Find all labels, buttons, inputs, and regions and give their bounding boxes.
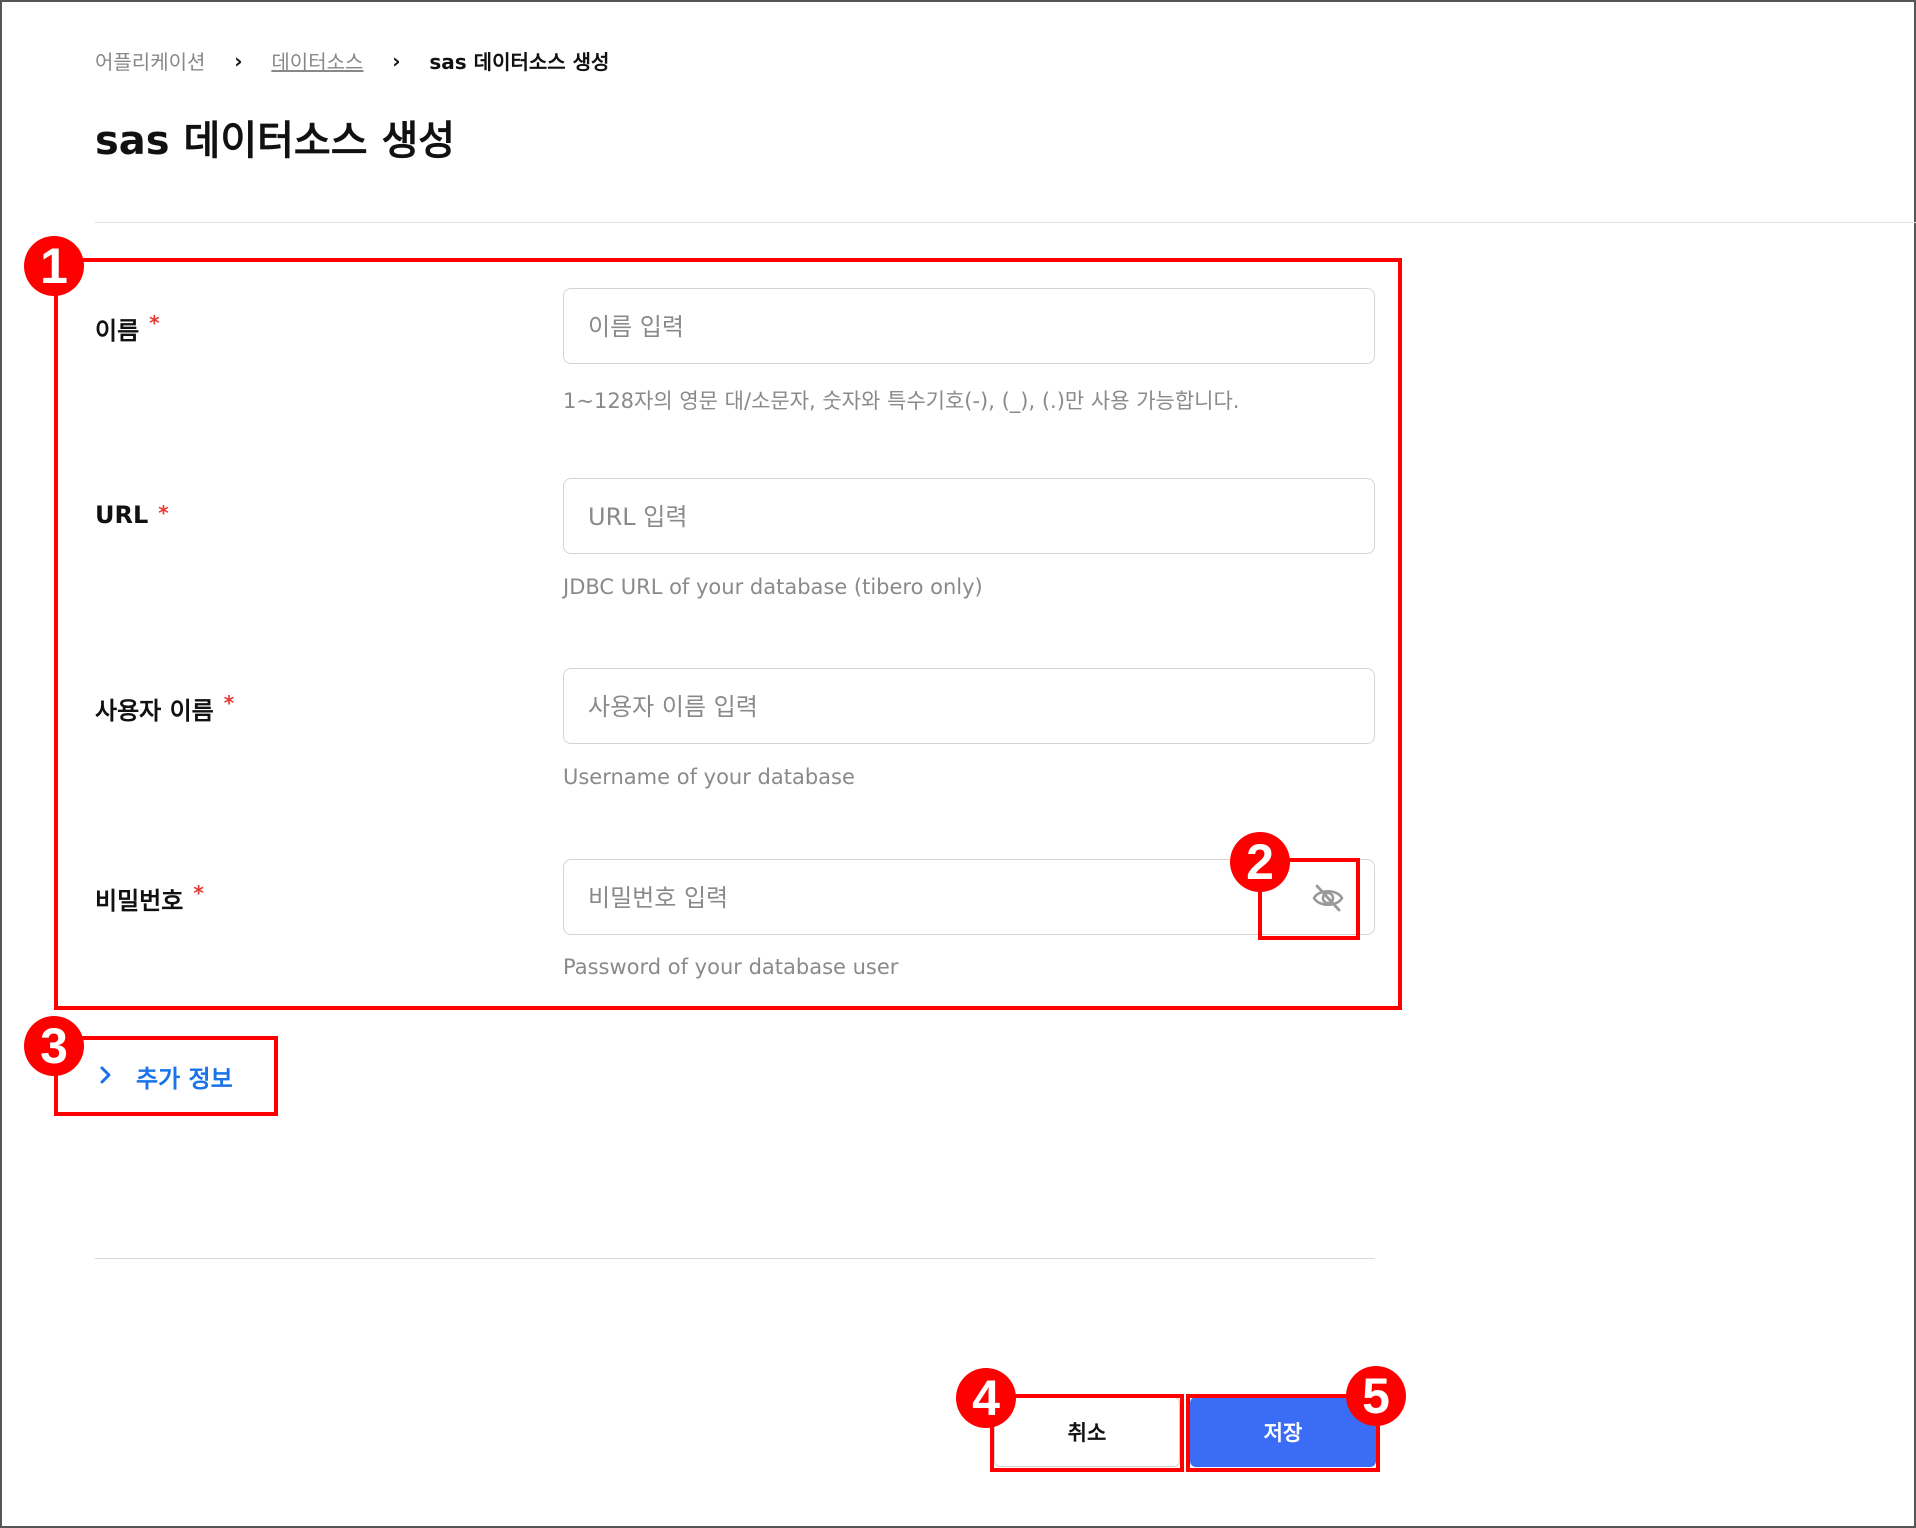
annotation-marker: 4 xyxy=(956,1368,1016,1428)
annotation-box-cancel xyxy=(990,1394,1184,1472)
breadcrumb: 어플리케이션 › 데이터소스 › sas 데이터소스 생성 xyxy=(95,46,609,75)
annotation-marker: 2 xyxy=(1230,832,1290,892)
annotation-box-additional-info xyxy=(54,1036,278,1116)
chevron-right-icon: › xyxy=(234,48,243,73)
footer-divider xyxy=(95,1258,1375,1259)
breadcrumb-item-current: sas 데이터소스 생성 xyxy=(429,50,610,74)
breadcrumb-item-datasources[interactable]: 데이터소스 xyxy=(271,46,363,75)
breadcrumb-item-applications[interactable]: 어플리케이션 xyxy=(95,46,205,75)
annotation-marker: 3 xyxy=(24,1016,84,1076)
annotation-marker: 5 xyxy=(1346,1366,1406,1426)
annotation-box-form xyxy=(54,258,1402,1010)
chevron-right-icon: › xyxy=(392,48,401,73)
header-divider xyxy=(95,222,1916,223)
page-title: sas 데이터소스 생성 xyxy=(95,118,456,164)
annotation-marker: 1 xyxy=(24,236,84,296)
